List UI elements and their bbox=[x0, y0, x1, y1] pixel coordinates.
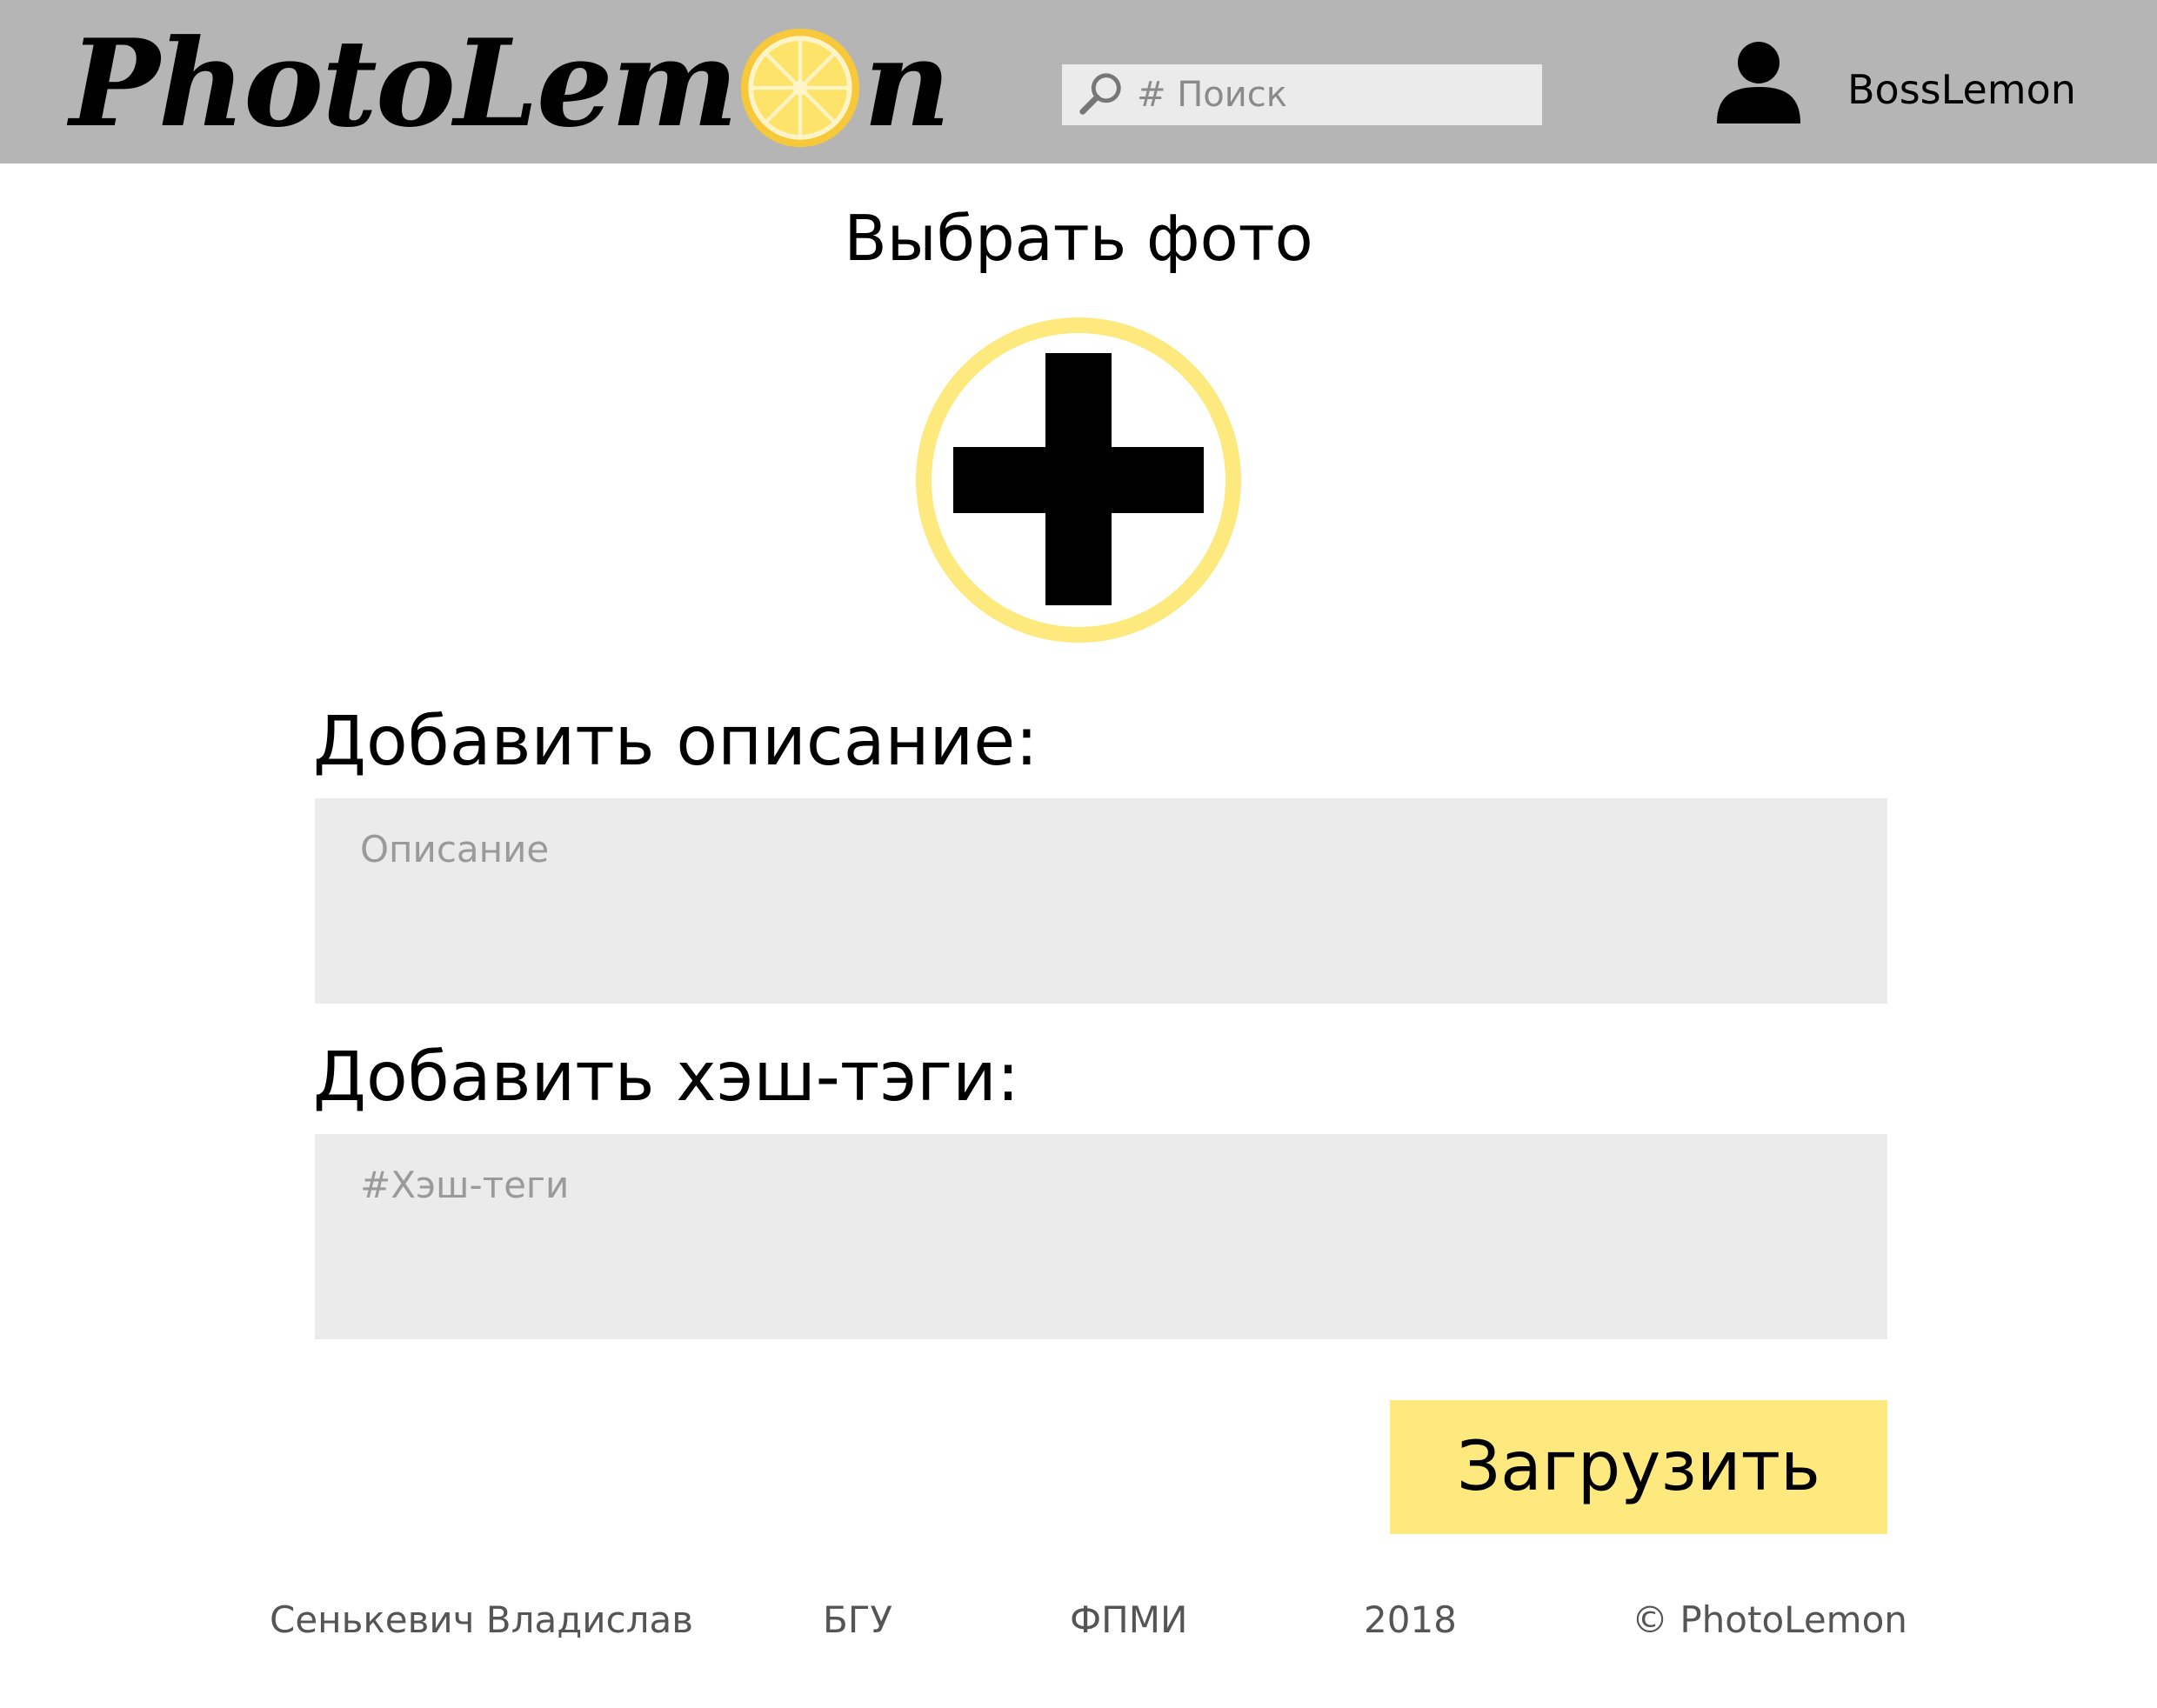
logo[interactable]: PhotoLem n bbox=[70, 9, 951, 157]
footer-copyright: © PhotoLemon bbox=[1632, 1598, 1907, 1641]
logo-text-end: n bbox=[863, 11, 951, 154]
plus-icon[interactable] bbox=[913, 315, 1244, 645]
search-input[interactable] bbox=[1137, 75, 1519, 115]
footer-author: Сенькевич Владислав bbox=[270, 1598, 693, 1641]
header: PhotoLem n BossLemon bbox=[0, 0, 2157, 163]
description-label: Добавить описание: bbox=[313, 703, 1038, 781]
footer-year: 2018 bbox=[1364, 1598, 1457, 1641]
lemon-slice-icon bbox=[740, 28, 859, 148]
search-icon bbox=[1079, 73, 1121, 115]
logo-text-start: PhotoLem bbox=[70, 11, 738, 154]
footer-university: БГУ bbox=[823, 1598, 893, 1641]
search-bar[interactable] bbox=[1062, 64, 1542, 125]
hashtags-field[interactable] bbox=[315, 1134, 1887, 1339]
upload-button[interactable]: Загрузить bbox=[1390, 1400, 1887, 1534]
description-field[interactable] bbox=[315, 798, 1887, 1004]
choose-photo-title: Выбрать фото bbox=[844, 202, 1313, 275]
footer-faculty: ФПМИ bbox=[1070, 1598, 1188, 1641]
username-link[interactable]: BossLemon bbox=[1847, 66, 2076, 113]
hashtags-label: Добавить хэш-тэги: bbox=[313, 1038, 1020, 1117]
user-icon[interactable] bbox=[1715, 38, 1802, 125]
